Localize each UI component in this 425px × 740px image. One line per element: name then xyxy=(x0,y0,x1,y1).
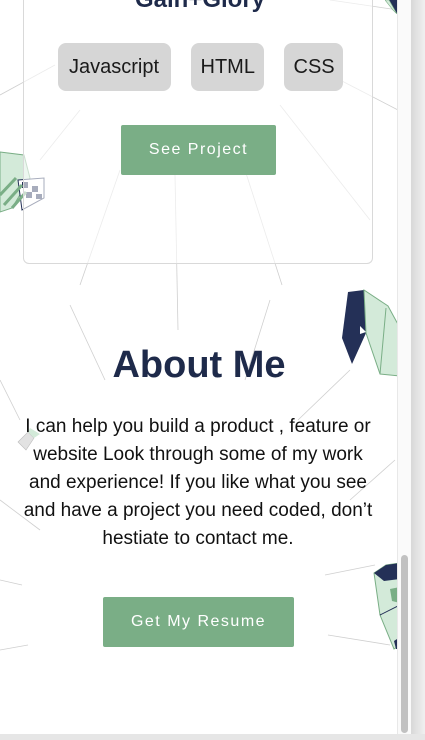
vertical-scrollbar[interactable] xyxy=(397,0,411,740)
tag-html: HTML xyxy=(190,43,264,91)
get-resume-button[interactable]: Get My Resume xyxy=(103,597,294,647)
tag-css: CSS xyxy=(283,43,343,91)
project-tag-list: Javascript HTML CSS xyxy=(0,43,400,91)
scrollbar-thumb[interactable] xyxy=(401,555,408,733)
about-description: I can help you build a product , feature… xyxy=(23,416,373,549)
gem-decoration-bottom-right-icon xyxy=(373,562,400,650)
tag-javascript: Javascript xyxy=(57,43,171,91)
about-heading: About Me xyxy=(112,344,286,386)
window-edge xyxy=(411,0,425,740)
project-title: Gain+Glory xyxy=(0,0,400,14)
page-viewport: Gain+Glory Javascript HTML CSS See Proje… xyxy=(0,0,425,740)
see-project-button[interactable]: See Project xyxy=(121,125,276,175)
window-bottom-edge xyxy=(0,734,425,740)
